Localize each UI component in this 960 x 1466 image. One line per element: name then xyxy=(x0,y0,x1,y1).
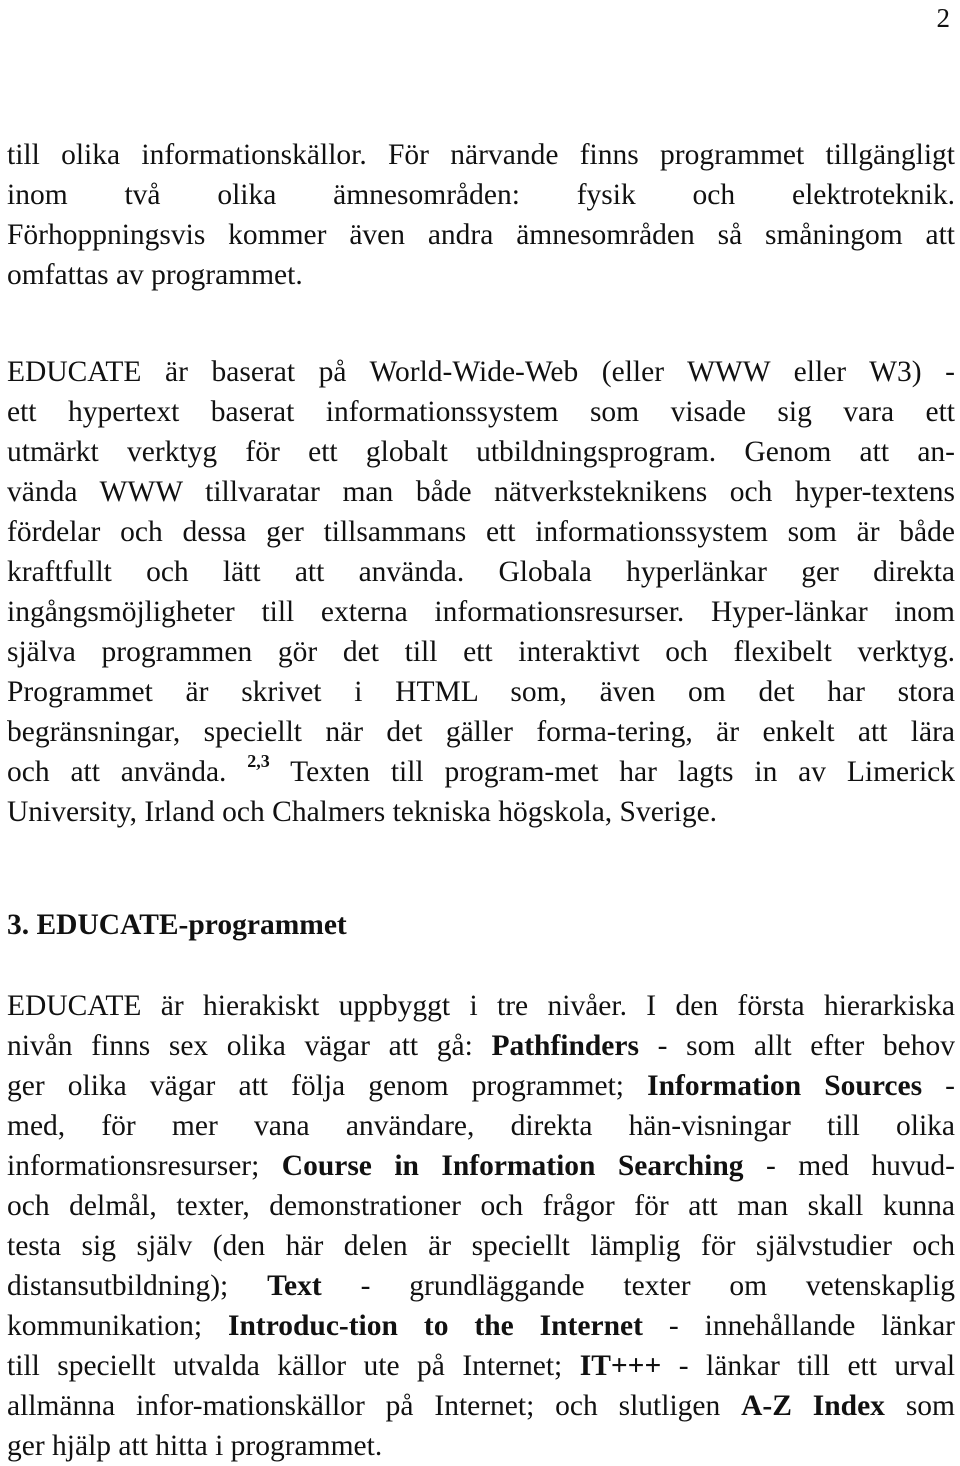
text-line: ett hypertext baserat informationssystem… xyxy=(7,396,955,428)
text-segment: - innehållande länkar xyxy=(668,1310,955,1342)
text-line: nivån finns sex olika vägar att gå: Path… xyxy=(7,1026,955,1066)
text-line: allmänna infor-mationskällor på Internet… xyxy=(7,1386,955,1426)
term-it-plus-plus-plus: IT+++ xyxy=(579,1350,662,1382)
text-segment: - länkar till ett urval xyxy=(678,1350,955,1382)
text-line: och delmål, texter, demonstrationer och … xyxy=(7,1190,955,1222)
term-introduction-to-the-internet: Introduc-tion to the Internet xyxy=(227,1310,643,1342)
text-line: begränsningar, speciellt när det gäller … xyxy=(7,716,955,748)
text-line: kraftfullt och lätt att använda. Globala… xyxy=(7,556,955,588)
text-segment: allmänna infor-mationskällor på Internet… xyxy=(7,1390,721,1422)
text-segment: kommunikation; xyxy=(7,1310,203,1342)
term-text: Text xyxy=(267,1270,322,1302)
text-segment: Texten till program-met har lagts in av … xyxy=(290,756,955,788)
text-line: inom två olika ämnesområden: fysik och e… xyxy=(7,179,955,211)
text-line: utmärkt verktyg för ett globalt utbildni… xyxy=(7,436,955,468)
footnote-reference: 2,3 xyxy=(247,752,270,771)
term-course-in-information-searching: Course in Information Searching xyxy=(281,1150,744,1182)
text-segment: till speciellt utvalda källor ute på Int… xyxy=(7,1350,563,1382)
text-line: Förhoppningsvis kommer även andra ämneso… xyxy=(7,219,955,251)
text-line: ger hjälp att hitta i programmet. xyxy=(7,1430,383,1462)
text-segment: - som allt efter behov xyxy=(657,1030,955,1062)
text-segment: informationsresurser; xyxy=(7,1150,260,1182)
paragraph-educate-structure: EDUCATE är hierakiskt uppbyggt i tre niv… xyxy=(7,986,955,1466)
paragraph-educate-www: EDUCATE är baserat på World-Wide-Web (el… xyxy=(7,352,955,832)
text-line: University, Irland och Chalmers tekniska… xyxy=(7,796,718,828)
text-line: distansutbildning); Text - grundläggande… xyxy=(7,1266,955,1306)
text-line: testa sig själv (den här delen är specie… xyxy=(7,1230,955,1262)
term-information-sources: Information Sources xyxy=(647,1070,923,1102)
text-line: ger olika vägar att följa genom programm… xyxy=(7,1066,955,1106)
section-heading: 3. EDUCATE-programmet xyxy=(7,909,347,941)
text-line: Programmet är skrivet i HTML som, även o… xyxy=(7,676,955,708)
text-line: själva programmen gör det till ett inter… xyxy=(7,636,955,668)
text-line: till olika informationskällor. För närva… xyxy=(7,139,955,171)
term-a-z-index: A-Z Index xyxy=(741,1390,885,1422)
text-line: med, för mer vana användare, direkta hän… xyxy=(7,1110,955,1142)
text-segment: - med huvud- xyxy=(765,1150,955,1182)
text-line: vända WWW tillvaratar man både nätverkst… xyxy=(7,476,955,508)
text-line: informationsresurser; Course in Informat… xyxy=(7,1146,955,1186)
text-line: omfattas av programmet. xyxy=(7,259,303,291)
term-pathfinders: Pathfinders xyxy=(491,1030,639,1062)
text-segment: ger olika vägar att följa genom programm… xyxy=(7,1070,624,1102)
text-segment: som xyxy=(905,1390,955,1422)
paragraph-intro-continuation: till olika informationskällor. För närva… xyxy=(7,135,955,295)
text-line: till speciellt utvalda källor ute på Int… xyxy=(7,1346,955,1386)
text-segment: - grundläggande texter om vetenskaplig xyxy=(360,1270,955,1302)
text-segment: och att använda. xyxy=(7,756,227,788)
text-segment: nivån finns sex olika vägar att gå: xyxy=(7,1030,473,1062)
page-number: 2 xyxy=(936,3,951,33)
text-line: EDUCATE är hierakiskt uppbyggt i tre niv… xyxy=(7,990,955,1022)
text-line: ingångsmöjligheter till externa informat… xyxy=(7,596,955,628)
text-line: EDUCATE är baserat på World-Wide-Web (el… xyxy=(7,356,955,388)
text-line: kommunikation; Introduc-tion to the Inte… xyxy=(7,1306,955,1346)
text-segment: distansutbildning); xyxy=(7,1270,229,1302)
text-line-with-reference: och att använda. 2,3 Texten till program… xyxy=(7,752,955,792)
text-line: fördelar och dessa ger tillsammans ett i… xyxy=(7,516,955,548)
text-segment: - xyxy=(945,1070,955,1102)
